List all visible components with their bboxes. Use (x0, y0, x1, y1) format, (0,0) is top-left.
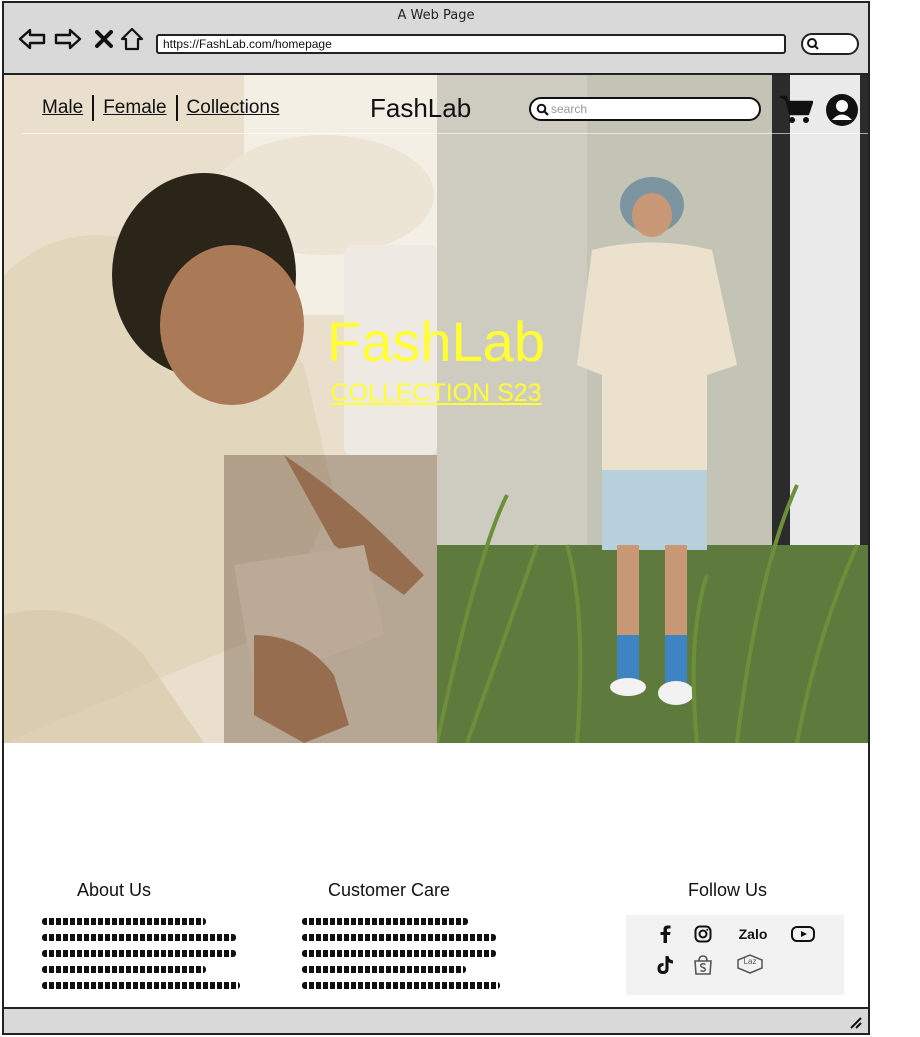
social-icons-panel: Zalo Laz (626, 915, 844, 995)
back-arrow-icon[interactable] (18, 25, 46, 53)
site-search-input[interactable]: search (529, 97, 761, 121)
browser-statusbar (4, 1007, 868, 1033)
hero-photo-right (435, 75, 868, 743)
forward-arrow-icon[interactable] (54, 25, 82, 53)
browser-window: A Web Page https://FashLab.com/homepage (2, 1, 870, 1035)
hero-title: FashLab (327, 310, 545, 373)
home-icon[interactable] (118, 25, 146, 53)
nav-divider (22, 133, 868, 134)
url-field[interactable]: https://FashLab.com/homepage (156, 34, 786, 54)
artist-photo-illustration (4, 75, 437, 743)
search-placeholder: search (551, 102, 588, 116)
model-photo-illustration (435, 75, 868, 743)
nav-link-female[interactable]: Female (103, 97, 166, 119)
resize-grip-icon[interactable] (848, 1015, 862, 1029)
footer-about-title[interactable]: About Us (77, 880, 151, 901)
hero-photo-left (4, 75, 437, 743)
lazada-icon[interactable]: Laz (735, 954, 765, 974)
search-icon (807, 38, 819, 50)
nav-separator (175, 95, 178, 121)
instagram-icon[interactable] (693, 924, 713, 944)
main-nav: Male Female Collections (42, 95, 279, 121)
search-icon (536, 103, 549, 116)
browser-titlebar: A Web Page https://FashLab.com/homepage (4, 3, 868, 75)
shopping-cart-icon[interactable] (779, 95, 814, 129)
user-account-icon[interactable] (825, 93, 859, 131)
hero-banner: Male Female Collections FashLab search F… (4, 75, 868, 743)
youtube-icon[interactable] (790, 924, 816, 944)
browser-search-field[interactable] (801, 33, 859, 55)
brand-logo-text[interactable]: FashLab (370, 93, 471, 124)
nav-link-collections[interactable]: Collections (187, 97, 280, 119)
tiktok-icon[interactable] (655, 954, 675, 976)
nav-separator (92, 95, 95, 121)
zalo-icon[interactable]: Zalo (733, 924, 773, 944)
window-title: A Web Page (397, 8, 475, 23)
shopee-icon[interactable] (691, 954, 715, 976)
footer-follow-title: Follow Us (688, 880, 768, 900)
facebook-icon[interactable] (656, 924, 674, 944)
hero-collection-link[interactable]: COLLECTION S23 (4, 379, 868, 408)
lazada-label: Laz (743, 957, 757, 966)
footer-care-title[interactable]: Customer Care (328, 880, 450, 901)
close-x-icon[interactable] (90, 25, 118, 53)
nav-link-male[interactable]: Male (42, 97, 83, 119)
